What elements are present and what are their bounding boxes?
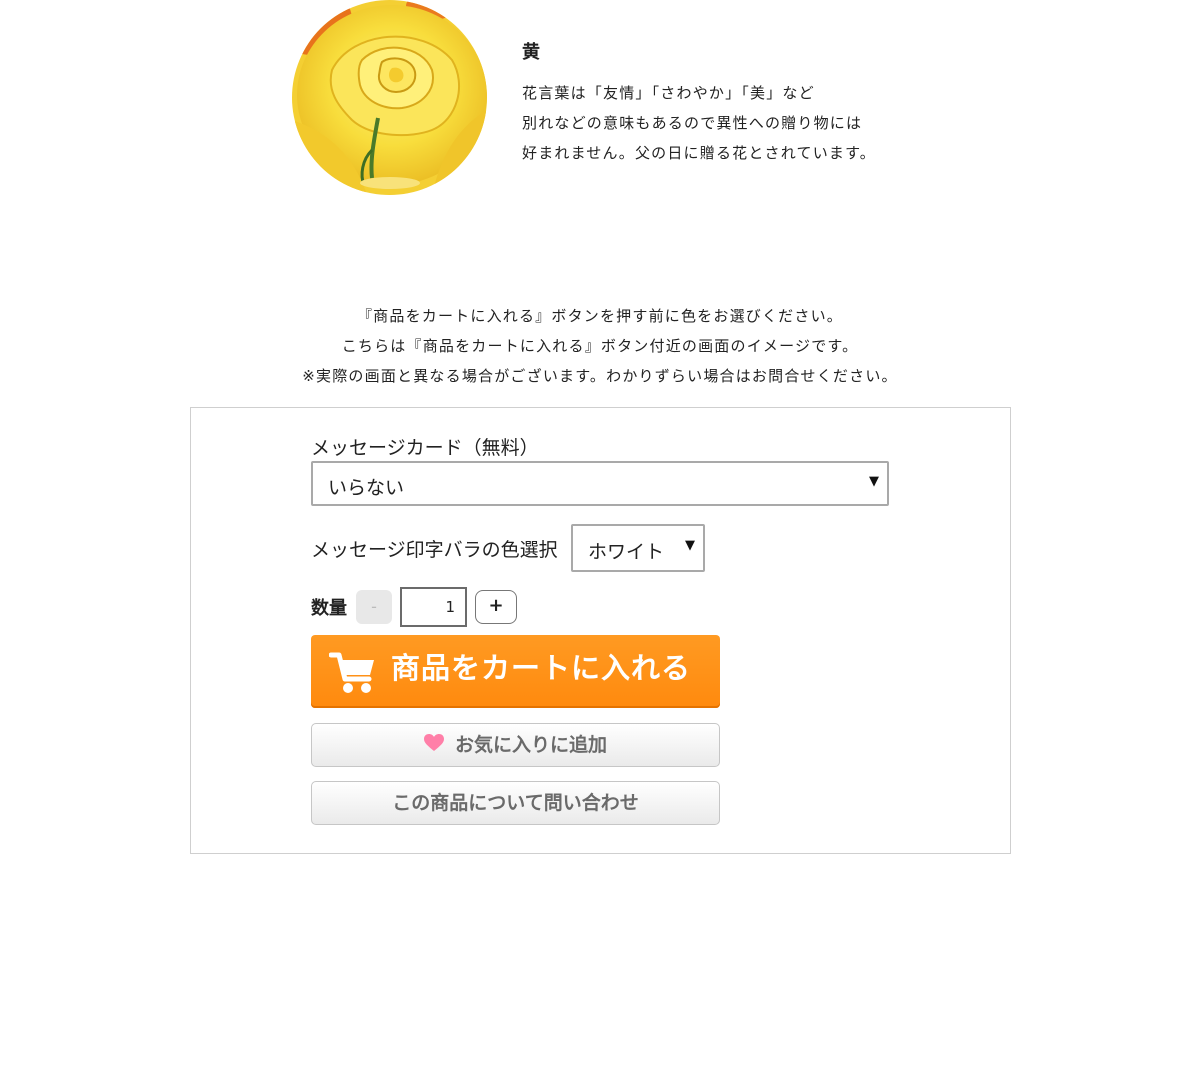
heart-icon xyxy=(423,734,444,752)
color-selection-notice: 『商品をカートに入れる』ボタンを押す前に色をお選びください。 こちらは『商品をカ… xyxy=(0,301,1200,391)
quantity-input[interactable]: 1 xyxy=(400,587,467,627)
color-description-block: 黄 花言葉は「友情」「さわやか」「美」など 別れなどの意味もあるので異性への贈り… xyxy=(522,40,942,168)
product-inquiry-label: この商品について問い合わせ xyxy=(392,792,639,814)
notice-line: ※実際の画面と異なる場合がございます。わかりずらい場合はお問合せください。 xyxy=(302,367,898,385)
add-to-favorites-label: お気に入りに追加 xyxy=(455,734,608,756)
shopping-cart-icon xyxy=(328,649,377,695)
add-to-cart-button[interactable]: 商品をカートに入れる xyxy=(311,635,720,708)
message-card-select[interactable]: いらない ▼ xyxy=(311,461,889,506)
description-line: 別れなどの意味もあるので異性への贈り物には xyxy=(522,114,863,132)
purchase-form-preview: メッセージカード（無料） いらない ▼ メッセージ印字バラの色選択 ホワイト ▼… xyxy=(190,407,1011,854)
description-line: 花言葉は「友情」「さわやか」「美」など xyxy=(522,84,815,102)
color-name: 黄 xyxy=(522,42,540,63)
notice-line: 『商品をカートに入れる』ボタンを押す前に色をお選びください。 xyxy=(356,307,843,325)
message-card-selected-value: いらない xyxy=(328,477,405,499)
add-to-favorites-button[interactable]: お気に入りに追加 xyxy=(311,723,720,767)
message-card-label: メッセージカード（無料） xyxy=(311,437,539,459)
flower-language-text: 花言葉は「友情」「さわやか」「美」など 別れなどの意味もあるので異性への贈り物に… xyxy=(522,78,942,168)
rose-color-label: メッセージ印字バラの色選択 xyxy=(311,539,558,561)
description-line: 好まれません。父の日に贈る花とされています。 xyxy=(522,144,877,162)
yellow-rose-image xyxy=(292,0,487,195)
product-inquiry-button[interactable]: この商品について問い合わせ xyxy=(311,781,720,825)
chevron-down-icon: ▼ xyxy=(685,538,695,553)
quantity-decrease-button[interactable]: - xyxy=(356,590,392,624)
rose-color-select[interactable]: ホワイト ▼ xyxy=(571,524,705,572)
quantity-label: 数量 xyxy=(311,598,347,619)
chevron-down-icon: ▼ xyxy=(869,474,879,489)
add-to-cart-label: 商品をカートに入れる xyxy=(391,651,692,685)
notice-line: こちらは『商品をカートに入れる』ボタン付近の画面のイメージです。 xyxy=(341,337,859,355)
quantity-increase-button[interactable]: + xyxy=(475,590,517,624)
rose-color-selected-value: ホワイト xyxy=(588,541,665,563)
